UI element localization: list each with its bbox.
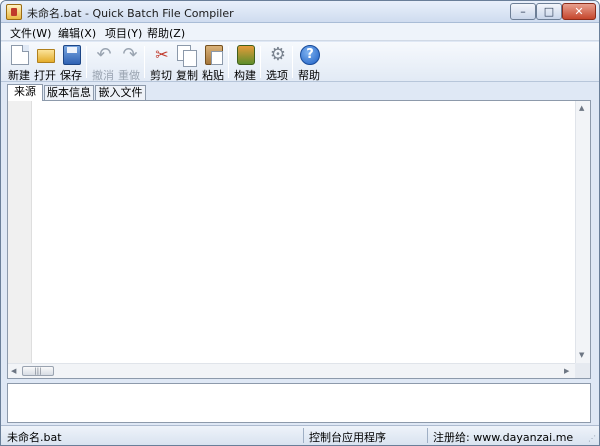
menu-help[interactable]: 帮助(Z) — [147, 25, 185, 41]
scroll-left-icon[interactable]: ◀ — [11, 367, 16, 375]
scroll-down-icon[interactable]: ▼ — [579, 351, 584, 359]
folder-open-icon — [37, 49, 55, 63]
build-icon — [237, 45, 255, 65]
app-icon[interactable] — [6, 4, 22, 20]
app-window: 未命名.bat - Quick Batch File Compiler – □ … — [0, 0, 600, 446]
status-bar: 未命名.bat 控制台应用程序 注册给: www.dayanzai.me ⋰ — [1, 425, 599, 445]
undo-icon: ↶ — [96, 44, 112, 65]
status-separator — [303, 428, 304, 443]
help-label: 帮助 — [298, 69, 320, 82]
gear-icon: ⚙ — [269, 44, 287, 65]
menu-project[interactable]: 项目(Y) — [105, 25, 142, 41]
paste-label: 粘贴 — [202, 69, 224, 82]
menu-bar: 文件(W) 编辑(X) 项目(Y) 帮助(Z) — [1, 23, 599, 41]
status-registered-to: 注册给: www.dayanzai.me — [433, 431, 574, 444]
scroll-up-icon[interactable]: ▲ — [579, 104, 584, 112]
paste-button[interactable]: 粘贴 — [199, 44, 227, 82]
menu-file[interactable]: 文件(W) — [10, 25, 51, 41]
build-button[interactable]: 构建 — [231, 44, 259, 82]
status-separator — [427, 428, 428, 443]
redo-icon: ↷ — [122, 44, 138, 65]
tab-version-info[interactable]: 版本信息 — [44, 85, 94, 100]
resize-grip-icon[interactable]: ⋰ — [588, 434, 596, 443]
close-button[interactable]: ✕ — [562, 3, 596, 20]
copy-icon — [177, 45, 197, 67]
redo-label: 重做 — [118, 69, 140, 82]
window-title: 未命名.bat - Quick Batch File Compiler — [27, 7, 234, 20]
tab-source[interactable]: 来源 — [7, 84, 43, 101]
title-bar[interactable]: 未命名.bat - Quick Batch File Compiler – □ … — [1, 1, 599, 23]
menu-edit[interactable]: 编辑(X) — [58, 25, 96, 41]
scissors-icon: ✂ — [155, 45, 169, 64]
status-file-name: 未命名.bat — [7, 431, 62, 444]
scroll-right-icon[interactable]: ▶ — [564, 367, 569, 375]
floppy-disk-icon — [63, 45, 81, 65]
minimize-button[interactable]: – — [510, 3, 536, 20]
status-app-type: 控制台应用程序 — [309, 431, 386, 444]
options-button[interactable]: ⚙ 选项 — [263, 44, 291, 83]
new-file-icon — [11, 45, 29, 65]
output-panel[interactable] — [7, 383, 591, 423]
help-icon: ? — [300, 45, 320, 65]
vertical-scrollbar[interactable]: ▲ ▼ — [575, 101, 590, 364]
toolbar: 新建 打开 保存 ↶ 撤消 ↷ 重做 ✂ 剪切 复制 粘贴 构建 ⚙ 选项 ? … — [1, 42, 599, 82]
save-button[interactable]: 保存 — [57, 44, 85, 82]
scrollbar-corner — [575, 363, 590, 378]
tab-embedded-files[interactable]: 嵌入文件 — [95, 85, 146, 100]
save-label: 保存 — [60, 69, 82, 82]
help-button[interactable]: ? 帮助 — [295, 44, 323, 82]
clipboard-icon — [205, 45, 223, 65]
build-label: 构建 — [234, 69, 256, 82]
redo-button[interactable]: ↷ 重做 — [115, 44, 143, 83]
source-editor[interactable]: ▲ ▼ ◀ ||| ▶ — [7, 100, 591, 379]
options-label: 选项 — [266, 69, 288, 82]
maximize-button[interactable]: □ — [536, 3, 562, 20]
horizontal-scrollbar[interactable]: ◀ ||| ▶ — [8, 363, 576, 378]
horizontal-scroll-thumb[interactable]: ||| — [22, 366, 54, 376]
line-number-gutter — [8, 101, 32, 364]
